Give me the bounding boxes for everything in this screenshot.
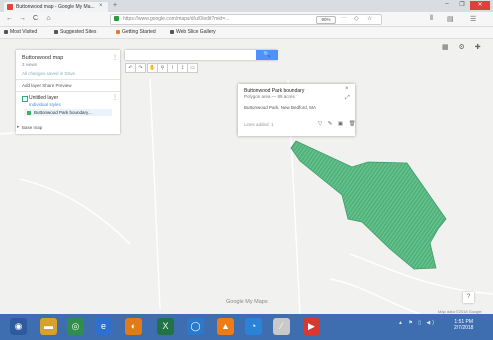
globe-icon[interactable]: ◯ <box>187 318 204 335</box>
bookmark-suggested-sites[interactable]: Suggested Sites <box>54 29 96 35</box>
media-icon[interactable]: ▶ <box>303 318 320 335</box>
maximize-button[interactable]: ❐ <box>455 1 469 10</box>
bookmark-getting-started[interactable]: Getting Started <box>116 29 156 35</box>
back-button[interactable]: ← <box>5 14 14 23</box>
mymaps-favicon-icon <box>7 4 13 10</box>
pocket-icon[interactable]: ◇ <box>354 15 359 22</box>
polygon-swatch-icon <box>27 110 31 115</box>
google-my-maps-logo: Google My Maps <box>226 299 268 305</box>
ie-icon[interactable]: e <box>95 318 112 335</box>
bookmark-star-icon[interactable]: ☆ <box>367 15 372 22</box>
taskbar-app-glyph: ◐ <box>130 321 137 331</box>
bookmark-most-visited[interactable]: Most Visited <box>4 29 37 35</box>
page-actions-icon[interactable]: ··· <box>341 15 347 21</box>
gear-icon <box>4 29 8 34</box>
road <box>329 278 421 314</box>
system-tray[interactable]: ▲ ⚑ ▯ ◀) <box>398 320 436 326</box>
divider <box>16 91 120 92</box>
close-window-button[interactable]: ✕ <box>470 1 490 10</box>
popup-footer: Lines added: 1 <box>244 122 274 127</box>
firefox-icon[interactable]: ◐ <box>125 318 142 335</box>
clock-date: 2/7/2018 <box>454 325 474 331</box>
browser-tab[interactable]: Buttonwood map - Google My Ma... × <box>4 2 108 12</box>
start-orb-icon[interactable]: ◉ <box>10 318 27 335</box>
vlc-icon[interactable]: ▲ <box>217 318 234 335</box>
windows-taskbar: ◉ ▬ ◎ e ◐ X ◯ ▲ ◔ ⁄ ▶ ▲ ⚑ ▯ ◀) 1:51 PM 2/7/2018 <box>0 314 493 340</box>
clock[interactable]: 1:51 PM 2/7/2018 <box>454 319 473 331</box>
taskbar-app-glyph: ◯ <box>190 321 201 331</box>
base-map-toggle[interactable]: Base map <box>22 125 42 130</box>
redo-button[interactable]: ↷ <box>135 63 146 73</box>
map-title[interactable]: Buttonwood map <box>22 55 63 61</box>
taskbar-app-glyph: ◔ <box>250 321 257 331</box>
tool-icon[interactable]: ⁄ <box>273 318 290 335</box>
web-slice-icon <box>170 29 174 34</box>
popup-action-icons[interactable]: ▽ ✎ ▣ 🗑 <box>318 121 358 127</box>
layer-visibility-checkbox[interactable] <box>22 96 28 102</box>
layer-name[interactable]: Untitled layer <box>29 95 58 101</box>
url-text[interactable]: https://www.google.com/maps/d/u/0/edit?m… <box>123 16 229 22</box>
taskbar-app-glyph: ◎ <box>71 321 80 331</box>
taskbar-app-glyph: ▲ <box>221 321 230 331</box>
close-icon[interactable]: × <box>345 86 349 92</box>
explorer-icon[interactable]: ▬ <box>40 318 57 335</box>
map-options-icon[interactable]: ⋮ <box>112 54 118 61</box>
browser2-icon[interactable]: ◔ <box>245 318 262 335</box>
lock-icon <box>114 16 119 21</box>
new-tab-button[interactable]: + <box>113 2 117 9</box>
search-input[interactable] <box>125 50 277 60</box>
bookmarks-bar: Most Visited Suggested Sites Getting Sta… <box>0 27 493 39</box>
search-button[interactable]: 🔍 <box>256 50 278 60</box>
taskbar-app-glyph: ◉ <box>14 321 23 331</box>
map-canvas[interactable]: Buttonwood map 3 views All changes saved… <box>0 39 493 314</box>
firefox-icon <box>116 29 120 34</box>
bookmark-web-slice-gallery[interactable]: Web Slice Gallery <box>170 29 216 35</box>
tab-title: Buttonwood map - Google My Ma... <box>16 3 95 10</box>
sidebar-icon[interactable]: ▤ <box>447 15 454 23</box>
map-view-controls[interactable]: ▦ ⚙ ✚ <box>442 43 485 51</box>
zoom-level-badge[interactable]: 90% <box>316 16 336 24</box>
bookmark-folder-icon <box>54 29 58 34</box>
tab-strip: Buttonwood map - Google My Ma... × + – ❐… <box>0 0 493 12</box>
layer-options-icon[interactable]: ⋮ <box>112 94 118 101</box>
map-views-count: 3 views <box>22 62 38 67</box>
chrome-icon[interactable]: ◎ <box>67 318 84 335</box>
expand-icon[interactable]: ⤢ <box>345 95 350 102</box>
park-boundary-polygon[interactable] <box>290 140 447 270</box>
road <box>149 78 161 310</box>
layer-actions[interactable]: Add layer Share Preview <box>22 83 72 88</box>
home-button[interactable]: ⌂ <box>44 14 53 23</box>
minimize-button[interactable]: – <box>440 1 454 10</box>
save-status: All changes saved in Drive <box>22 71 76 76</box>
reload-button[interactable]: C <box>31 14 40 23</box>
expand-arrow-icon[interactable]: ▸ <box>17 124 20 130</box>
road <box>19 178 131 245</box>
divider <box>16 79 120 80</box>
feature-info-popup: Buttonwood Park boundary Polygon area — … <box>238 84 358 136</box>
taskbar-app-glyph: X <box>162 321 169 331</box>
taskbar-app-glyph: ▶ <box>308 321 315 331</box>
popup-subtitle: Polygon area — 89 acres <box>244 94 295 99</box>
taskbar-app-glyph: ▬ <box>44 321 53 331</box>
menu-icon[interactable]: ☰ <box>470 15 476 23</box>
taskbar-app-glyph: e <box>100 321 106 331</box>
measure-button[interactable]: ▭ <box>187 63 198 73</box>
address-bar[interactable]: https://www.google.com/maps/d/u/0/edit?m… <box>110 14 382 25</box>
tab-close-icon[interactable]: × <box>99 3 103 9</box>
feature-list-item[interactable]: Buttonwood Park boundary... <box>24 109 112 116</box>
browser-toolbar: ← → C ⌂ https://www.google.com/maps/d/u/… <box>0 12 493 27</box>
map-legend-panel: Buttonwood map 3 views All changes saved… <box>16 50 120 134</box>
popup-description: Buttonwood Park, New Bedford, MA <box>244 105 317 110</box>
taskbar-app-glyph: ⁄ <box>280 321 283 331</box>
excel-icon[interactable]: X <box>157 318 174 335</box>
library-icon[interactable]: ⫴ <box>430 15 433 23</box>
help-button[interactable]: ? <box>463 292 474 303</box>
layer-style-link[interactable]: Individual styles <box>29 102 61 107</box>
forward-button[interactable]: → <box>18 14 27 23</box>
feature-name: Buttonwood Park boundary... <box>34 109 92 115</box>
